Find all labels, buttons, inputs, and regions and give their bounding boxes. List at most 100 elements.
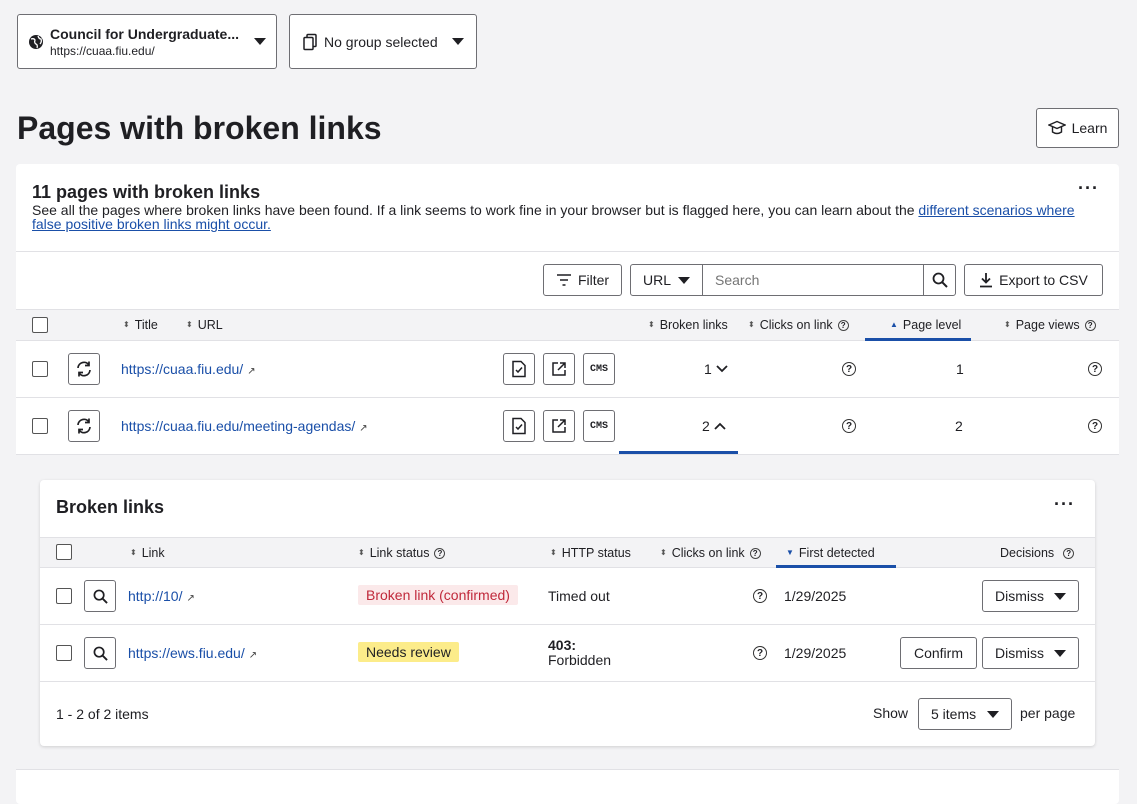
external-link-icon: ↗: [186, 593, 195, 604]
help-icon[interactable]: ?: [842, 362, 856, 376]
confirm-button[interactable]: Confirm: [900, 637, 977, 669]
page-report-button[interactable]: [503, 353, 535, 385]
select-all-checkbox[interactable]: [32, 317, 48, 333]
help-icon[interactable]: ?: [434, 547, 446, 559]
filter-button[interactable]: Filter: [543, 264, 622, 296]
divider: [16, 397, 1119, 398]
broken-links-toggle[interactable]: 1: [704, 361, 728, 377]
help-icon[interactable]: ?: [1063, 547, 1075, 559]
document-check-icon: [512, 360, 526, 378]
site-selector[interactable]: Council for Undergraduate... https://cua…: [17, 14, 277, 69]
page-url-link[interactable]: https://cuaa.fiu.edu/: [121, 361, 243, 377]
search-input[interactable]: [702, 264, 924, 296]
col-clicks[interactable]: ⬍ Clicks on link?: [660, 546, 761, 560]
col-clicks[interactable]: ⬍ Clicks on link?: [748, 318, 849, 332]
more-options-icon[interactable]: ···: [1054, 494, 1075, 515]
confirm-label: Confirm: [913, 645, 963, 661]
page-report-button[interactable]: [503, 410, 535, 442]
group-label: No group selected: [324, 33, 438, 50]
refresh-icon: [77, 361, 91, 377]
rescan-button[interactable]: [68, 410, 100, 442]
col-url[interactable]: ⬍ URL: [186, 318, 223, 332]
sort-icon: ⬍: [648, 320, 655, 329]
col-page-level[interactable]: ▲ Page level: [890, 318, 961, 332]
help-icon[interactable]: ?: [753, 646, 767, 660]
page-level-value: 1: [956, 361, 964, 377]
col-page-views[interactable]: ⬍ Page views?: [1004, 318, 1096, 332]
filter-icon: [556, 274, 571, 286]
help-icon[interactable]: ?: [1084, 319, 1096, 331]
export-csv-button[interactable]: Export to CSV: [964, 264, 1103, 296]
col-link-status[interactable]: ⬍ Link status?: [358, 546, 446, 560]
help-icon[interactable]: ?: [749, 547, 761, 559]
row-checkbox[interactable]: [32, 361, 48, 377]
filter-label: Filter: [577, 272, 610, 288]
dismiss-label: Dismiss: [995, 645, 1044, 661]
search-field-label: URL: [643, 272, 672, 288]
http-status-text: Timed out: [548, 588, 610, 604]
search-icon: [932, 272, 948, 288]
sort-icon: ⬍: [358, 548, 365, 557]
col-first-detected[interactable]: ▼ First detected: [786, 546, 875, 560]
open-external-icon: [552, 362, 566, 376]
col-link[interactable]: ⬍ Link: [130, 546, 165, 560]
col-title[interactable]: ⬍ Title: [123, 318, 158, 332]
broken-link-url[interactable]: https://ews.fiu.edu/: [128, 645, 245, 661]
http-status-cell: 403: Forbidden: [548, 638, 611, 668]
http-status-text: Forbidden: [548, 652, 612, 668]
search-field-select[interactable]: URL: [630, 264, 703, 296]
help-icon[interactable]: ?: [842, 419, 856, 433]
cms-button[interactable]: CMS: [583, 353, 615, 385]
cms-button[interactable]: CMS: [583, 410, 615, 442]
divider: [40, 624, 1095, 625]
row-checkbox[interactable]: [56, 645, 72, 661]
col-decisions: Decisions?: [1000, 546, 1075, 560]
external-link-icon: ↗: [247, 366, 256, 377]
inspect-link-button[interactable]: [84, 637, 116, 669]
per-page-select[interactable]: 5 items: [918, 698, 1012, 730]
refresh-icon: [77, 418, 91, 434]
select-all-checkbox[interactable]: [56, 544, 72, 560]
open-page-button[interactable]: [543, 353, 575, 385]
help-icon[interactable]: ?: [1088, 362, 1102, 376]
group-selector[interactable]: No group selected: [289, 14, 477, 69]
status-badge: Broken link (confirmed): [358, 585, 518, 605]
row-checkbox[interactable]: [32, 418, 48, 434]
broken-links-toggle[interactable]: 2: [702, 418, 726, 434]
row-checkbox[interactable]: [56, 588, 72, 604]
sort-icon: ⬍: [660, 548, 667, 557]
site-name: Council for Undergraduate...: [50, 25, 240, 42]
per-page-value: 5 items: [931, 706, 977, 722]
broken-links-count: 2: [702, 418, 710, 434]
show-label: Show: [873, 705, 909, 721]
open-page-button[interactable]: [543, 410, 575, 442]
page-url-link[interactable]: https://cuaa.fiu.edu/meeting-agendas/: [121, 418, 355, 434]
copy-pages-icon: [303, 33, 317, 50]
learn-button[interactable]: Learn: [1036, 108, 1119, 148]
col-broken-links[interactable]: ⬍ Broken links: [648, 318, 728, 332]
pagination-summary: 1 - 2 of 2 items: [56, 706, 149, 722]
rescan-button[interactable]: [68, 353, 100, 385]
help-icon[interactable]: ?: [1088, 419, 1102, 433]
search-icon: [93, 589, 108, 604]
help-icon[interactable]: ?: [837, 319, 849, 331]
table-row: https://ews.fiu.edu/↗: [128, 645, 257, 661]
search-button[interactable]: [923, 264, 956, 296]
inspect-link-button[interactable]: [84, 580, 116, 612]
sort-icon: ⬍: [123, 320, 130, 329]
page-level-value: 2: [955, 418, 963, 434]
col-http-status[interactable]: ⬍ HTTP status: [550, 546, 631, 560]
divider: [40, 681, 1095, 682]
sort-icon: ⬍: [550, 548, 557, 557]
sort-indicator: [776, 565, 896, 568]
chevron-down-icon: [987, 710, 999, 718]
cms-label: CMS: [589, 420, 608, 432]
dismiss-dropdown[interactable]: Dismiss: [982, 637, 1079, 669]
sort-indicator: [865, 338, 971, 341]
site-url: https://cuaa.fiu.edu/: [50, 43, 155, 58]
dismiss-dropdown[interactable]: Dismiss: [982, 580, 1079, 612]
broken-link-url[interactable]: http://10/: [128, 588, 182, 604]
more-options-icon[interactable]: ···: [1078, 178, 1099, 199]
help-icon[interactable]: ?: [753, 589, 767, 603]
document-check-icon: [512, 417, 526, 435]
